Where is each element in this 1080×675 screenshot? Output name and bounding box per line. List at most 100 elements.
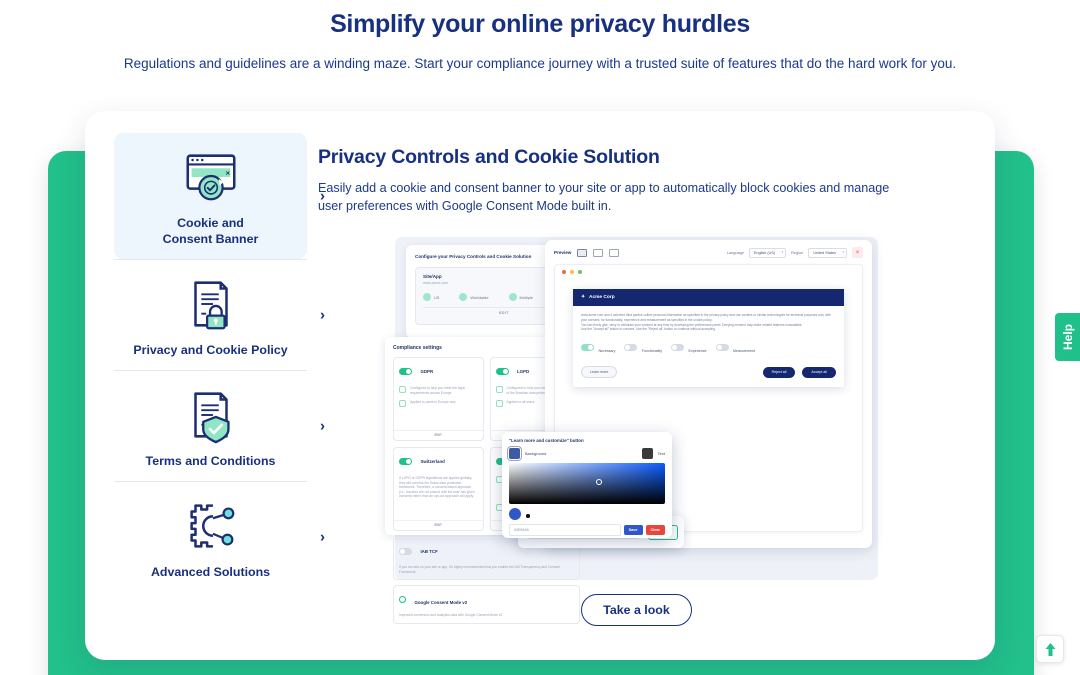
feature-tab-rail: × Cookie and Consent Banner › Privacy an… xyxy=(85,111,325,660)
color-picker-swatches: Background Text xyxy=(509,448,665,459)
sidebar-item-cookie-consent-banner[interactable]: × Cookie and Consent Banner › xyxy=(114,133,325,259)
desktop-view-icon[interactable] xyxy=(577,248,588,257)
sidebar-item-label: Cookie and Consent Banner xyxy=(163,215,259,247)
experience-toggle[interactable] xyxy=(671,344,685,352)
flag-icon xyxy=(399,400,406,408)
background-color-swatch[interactable] xyxy=(509,448,520,459)
iab-tcf-label: IAB TCF xyxy=(420,549,438,555)
sidebar-item-privacy-and-cookie-policy[interactable]: Privacy and Cookie Policy › xyxy=(114,260,325,370)
measurement-toggle[interactable] xyxy=(715,344,729,352)
tab-label-line1: Cookie and xyxy=(177,216,244,230)
take-a-look-button[interactable]: Take a look xyxy=(581,594,692,626)
accept-all-button[interactable]: Accept all xyxy=(802,366,836,378)
document-shield-icon xyxy=(193,392,230,444)
switzerland-label: Switzerland xyxy=(420,459,445,465)
page-subtitle: Regulations and guidelines are a winding… xyxy=(123,56,957,71)
preview-selectors: Language English (US) Region United Stat… xyxy=(727,247,863,258)
site-chip-label: US xyxy=(434,294,440,300)
language-label: Language xyxy=(726,250,744,255)
text-color-swatch[interactable] xyxy=(641,448,653,459)
browser-dots xyxy=(555,265,862,279)
site-chip-label: Worldwide xyxy=(470,294,489,300)
help-button[interactable]: Help xyxy=(1055,313,1080,361)
scroll-to-top-button[interactable] xyxy=(1036,635,1064,663)
compliance-tile-gdpr[interactable]: GDPR Configured to help you meet the leg… xyxy=(393,357,484,441)
brand-name: Acme Corp xyxy=(589,295,615,300)
mobile-view-icon[interactable] xyxy=(609,248,620,257)
hex-row: #3E59A5 Save Clear xyxy=(509,524,665,536)
iab-tcf-toggle[interactable] xyxy=(399,548,412,556)
sidebar-item-advanced-solutions[interactable]: Advanced Solutions › xyxy=(114,482,325,592)
toggle-necessary[interactable]: Necessary xyxy=(581,339,615,357)
consent-banner: ✦ Acme Corp www.acme.com and 4 selected … xyxy=(573,289,844,388)
preview-label: Preview xyxy=(554,250,572,255)
panel-title: Privacy Controls and Cookie Solution xyxy=(318,146,660,168)
check-circle-icon xyxy=(399,386,406,393)
functionality-label: Functionality xyxy=(641,349,663,354)
site-chip: Multiple xyxy=(508,293,533,301)
browser-dot-red xyxy=(562,270,566,274)
learn-more-button[interactable]: Learn more xyxy=(581,366,618,379)
page-title: Simplify your online privacy hurdles xyxy=(330,10,750,38)
switzerland-toggle[interactable] xyxy=(399,458,412,466)
browser-dot-yellow xyxy=(570,270,574,274)
site-chip: US xyxy=(423,293,439,301)
brand-logo-icon: ✦ xyxy=(581,295,586,300)
saturation-field[interactable] xyxy=(509,463,665,504)
check-circle-icon xyxy=(495,386,503,393)
consent-banner-header: ✦ Acme Corp xyxy=(573,289,844,306)
language-select[interactable]: English (US) xyxy=(748,247,787,258)
banner-paragraph-1: www.acme.com and 4 selected third partie… xyxy=(581,313,831,322)
preview-toolbar: Preview Language English (US) Region Uni… xyxy=(554,247,863,258)
product-screenshot: Configure your Privacy Controls and Cook… xyxy=(385,237,878,624)
page-header: Simplify your online privacy hurdles Reg… xyxy=(0,0,1080,73)
saturation-knob[interactable] xyxy=(596,479,603,486)
svg-text:×: × xyxy=(225,169,230,178)
necessary-toggle[interactable] xyxy=(581,344,594,352)
feature-content: Privacy Controls and Cookie Solution Eas… xyxy=(281,111,995,660)
gdpr-line1: Configured to help you meet the legal re… xyxy=(399,386,478,395)
site-chip: Worldwide xyxy=(459,293,489,301)
toggle-measurement[interactable]: Measurement xyxy=(715,339,755,357)
consent-banner-body: www.acme.com and 4 selected third partie… xyxy=(573,306,844,387)
reject-all-button[interactable]: Reject all xyxy=(762,366,796,378)
hex-input[interactable]: #3E59A5 xyxy=(509,524,621,536)
background-label: Background xyxy=(525,451,547,456)
document-lock-icon xyxy=(193,281,228,330)
close-icon[interactable]: × xyxy=(852,247,863,258)
color-picker-title: "Learn more and customize" button xyxy=(509,438,584,443)
google-consent-mode-row[interactable]: Google Consent Mode v2 Improved conversi… xyxy=(393,585,580,624)
location-pin-icon xyxy=(423,293,431,301)
cookie-banner-icon: × xyxy=(185,154,236,201)
iab-tcf-text: If you run ads on your site or app, it's… xyxy=(399,565,561,574)
save-color-button[interactable]: Save xyxy=(623,525,643,535)
sidebar-item-terms-and-conditions[interactable]: Terms and Conditions › xyxy=(114,371,325,481)
text-label: Text xyxy=(657,451,665,456)
gdpr-line2: Applied to users in Europe only xyxy=(399,400,478,408)
tablet-view-icon[interactable] xyxy=(593,248,604,257)
sidebar-item-label: Advanced Solutions xyxy=(150,565,271,579)
measurement-label: Measurement xyxy=(732,349,755,354)
gear-nodes-icon xyxy=(189,504,234,548)
switzerland-line1: If LGPD or GDPR legislations are applied… xyxy=(399,476,475,499)
banner-paragraph-3: Use the "Accept all" button to consent. … xyxy=(581,327,716,332)
toggle-experience[interactable]: Experience xyxy=(671,339,707,357)
color-picker-popover[interactable]: "Learn more and customize" button Backgr… xyxy=(502,432,672,538)
toggle-functionality[interactable]: Functionality xyxy=(624,339,662,357)
lgpd-toggle[interactable] xyxy=(495,368,509,376)
gdpr-edit-button[interactable]: EDIT xyxy=(394,430,483,437)
region-select[interactable]: United States xyxy=(808,247,847,258)
gdpr-label: GDPR xyxy=(420,369,434,375)
functionality-toggle[interactable] xyxy=(624,344,638,352)
compliance-tile-switzerland[interactable]: Switzerland If LGPD or GDPR legislations… xyxy=(393,447,484,531)
panel-description: Easily add a cookie and consent banner t… xyxy=(318,181,890,213)
switzerland-edit-button[interactable]: EDIT xyxy=(394,520,483,527)
arrow-up-icon xyxy=(1045,642,1055,656)
gcm-label: Google Consent Mode v2 xyxy=(414,600,468,606)
clear-color-button[interactable]: Clear xyxy=(645,525,665,535)
help-label: Help xyxy=(1060,323,1075,350)
alpha-handle[interactable] xyxy=(526,514,530,518)
gdpr-toggle[interactable] xyxy=(399,368,412,376)
sidebar-item-label: Privacy and Cookie Policy xyxy=(133,343,288,357)
site-chip-label: Multiple xyxy=(519,294,533,300)
